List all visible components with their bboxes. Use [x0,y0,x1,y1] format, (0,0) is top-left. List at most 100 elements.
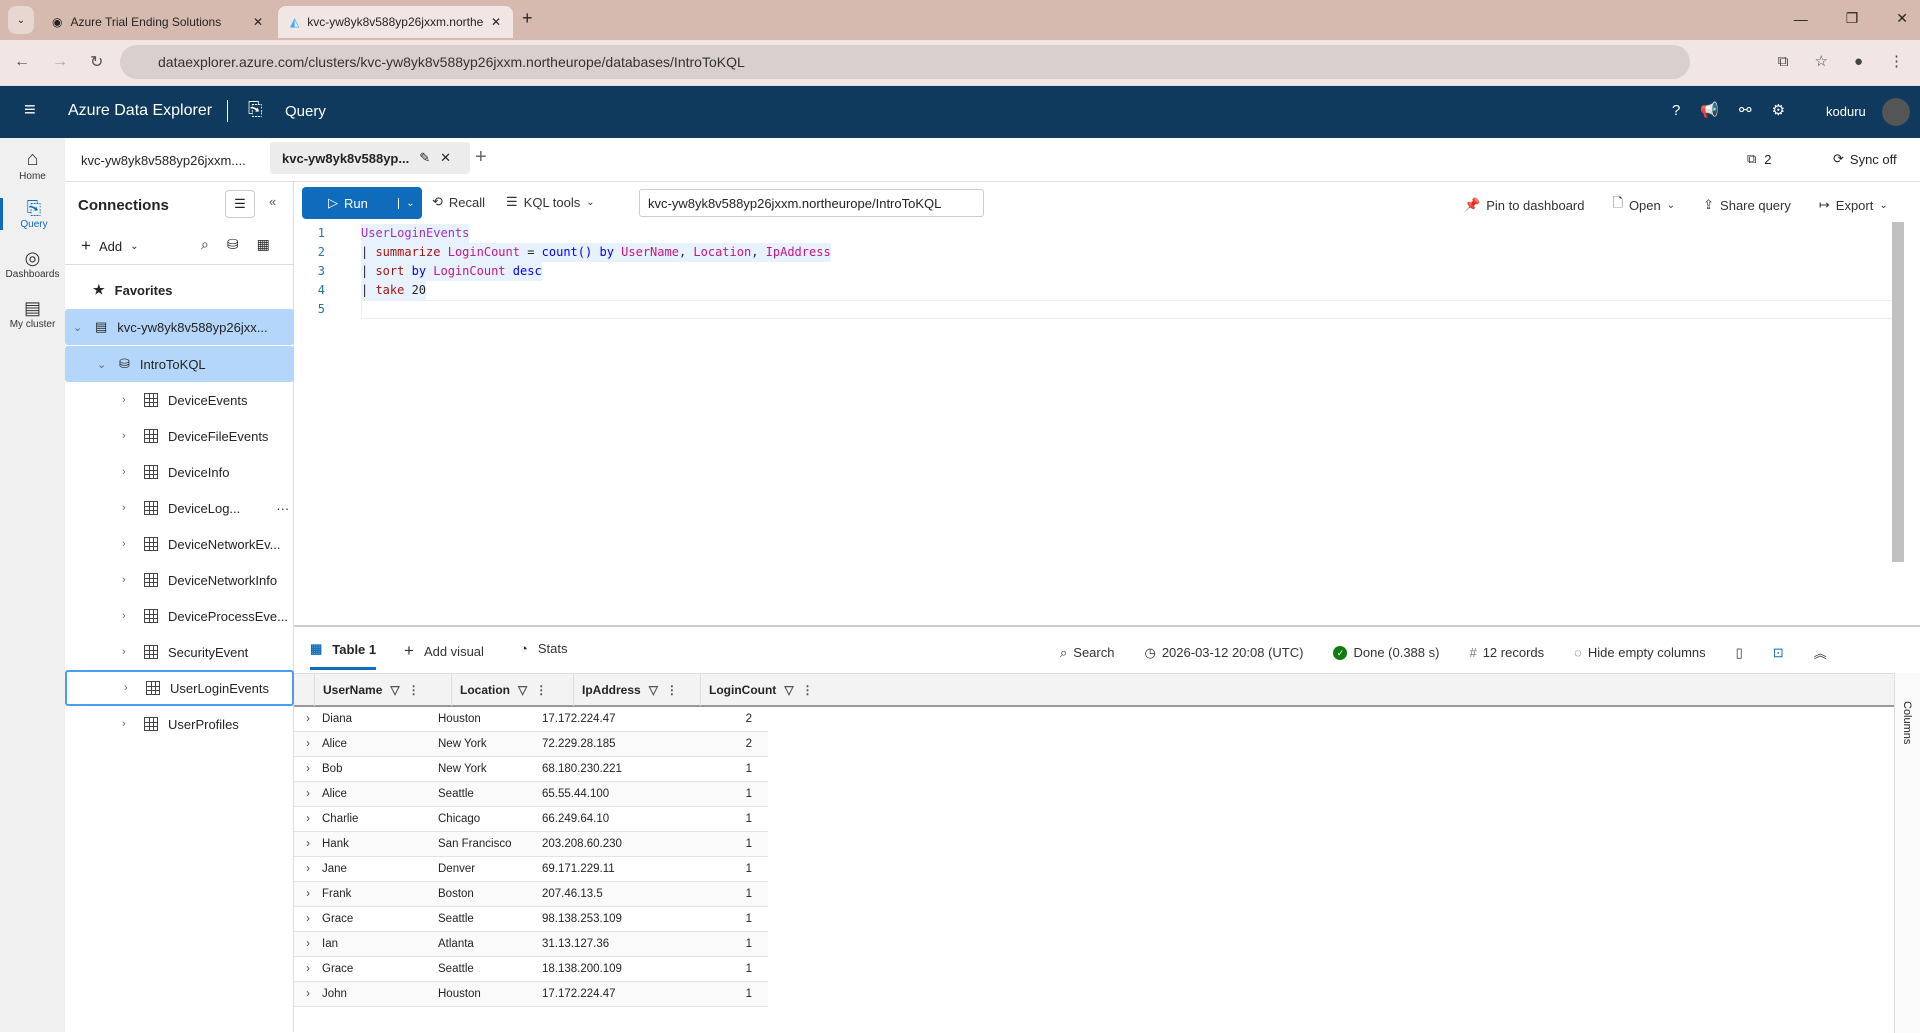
column-header[interactable]: UserName ▽ ⋮ [314,673,451,706]
cluster-node[interactable]: ⌄ ▤ kvc-yw8yk8v588yp26jxx... [65,309,294,345]
expand-row-icon[interactable]: › [294,863,322,875]
run-button[interactable]: ▷ Run ⌄ [302,187,422,219]
table-node[interactable]: › DeviceLog... ··· [65,490,294,526]
expand-row-icon[interactable]: › [294,713,322,725]
expand-row-icon[interactable]: › [294,888,322,900]
extensions-icon[interactable]: ⧉ [1778,53,1789,70]
recall-button[interactable]: ⟲ Recall [432,194,485,210]
browser-tab[interactable]: ◉ Azure Trial Ending Solutions ✕ [40,6,275,38]
table-row[interactable]: › Hank San Francisco 203.208.60.230 1 [294,832,768,857]
forward-icon[interactable]: → [52,53,68,71]
tab-search-button[interactable]: ⌄ [8,6,34,34]
code-area[interactable]: UserLoginEvents | summarize LoginCount =… [361,224,1901,319]
hide-empty-columns-toggle[interactable]: ◌ Hide empty columns [1574,645,1706,660]
kql-tools-button[interactable]: ☰ KQL tools ⌄ [506,194,595,210]
tab-stats[interactable]: ◔ Stats [520,641,567,656]
profile-icon[interactable]: ● [1854,53,1863,70]
nav-query[interactable]: ⎘ Query [0,198,65,230]
table-node[interactable]: › DeviceProcessEve... [65,598,294,634]
filter-icon[interactable]: ▽ [784,683,793,697]
table-node[interactable]: › SecurityEvent [65,634,294,670]
url-field[interactable]: dataexplorer.azure.com/clusters/kvc-yw8y… [120,45,1690,79]
expand-row-icon[interactable]: › [294,738,322,750]
column-menu-icon[interactable]: ⋮ [666,683,678,697]
expand-row-icon[interactable]: › [294,938,322,950]
filter-icon[interactable]: ▽ [518,683,527,697]
filter-view-button[interactable]: ☰ [225,190,255,218]
more-icon[interactable]: ··· [276,501,289,516]
expand-row-icon[interactable]: › [294,838,322,850]
sync-toggle[interactable]: Sync off [1850,152,1897,167]
database-node[interactable]: ⌄ ⛁ IntroToKQL [65,346,294,382]
nav-home[interactable]: ⌂ Home [0,148,65,182]
column-header[interactable]: Location ▽ ⋮ [451,673,573,706]
close-icon[interactable]: ✕ [491,15,501,29]
add-visual-button[interactable]: + Add visual [404,641,484,661]
table-row[interactable]: › John Houston 17.172.224.47 1 [294,982,768,1007]
copy-icon[interactable]: ▯ [1736,645,1743,661]
expand-row-icon[interactable]: › [294,963,322,975]
pin-to-dashboard-button[interactable]: 📌 Pin to dashboard [1464,197,1584,213]
url-text[interactable]: dataexplorer.azure.com/clusters/kvc-yw8y… [158,54,745,70]
search-icon[interactable]: ⌕ [201,236,209,253]
back-icon[interactable]: ← [14,53,30,71]
column-header[interactable]: IpAddress ▽ ⋮ [573,673,700,706]
help-icon[interactable]: ? [1672,102,1680,119]
column-header[interactable]: LoginCount ▽ ⋮ [700,673,820,706]
query-tab[interactable]: kvc-yw8yk8v588yp26jxxm.... [65,138,265,182]
column-menu-icon[interactable]: ⋮ [408,683,420,697]
edit-icon[interactable]: ✎ [419,150,430,166]
table-row[interactable]: › Grace Seattle 18.138.200.109 1 [294,957,768,982]
column-menu-icon[interactable]: ⋮ [535,683,547,697]
table-node[interactable]: › UserProfiles [65,706,294,742]
new-tab-button[interactable]: + [522,8,533,29]
favorites-node[interactable]: ★ Favorites [65,272,294,308]
favorites-icon[interactable]: ☆ [1814,52,1827,70]
close-icon[interactable]: ✕ [440,150,451,166]
table-view-icon[interactable]: ▦ [257,236,270,253]
table-node[interactable]: › UserLoginEvents [65,670,294,706]
reload-icon[interactable]: ↻ [90,52,103,72]
editor-scrollbar[interactable] [1892,222,1904,562]
table-row[interactable]: › Diana Houston 17.172.224.47 2 [294,707,768,732]
avatar[interactable] [1882,98,1910,126]
browser-tab-active[interactable]: ◭ kvc-yw8yk8v588yp26jxxm.northeurope ✕ [278,6,513,38]
nav-dashboards[interactable]: ◎ Dashboards [0,248,65,280]
table-node[interactable]: › DeviceFileEvents [65,418,294,454]
table-row[interactable]: › Grace Seattle 98.138.253.109 1 [294,907,768,932]
table-node[interactable]: › DeviceInfo [65,454,294,490]
scope-selector[interactable]: kvc-yw8yk8v588yp26jxxm.northeurope/Intro… [639,189,984,217]
collapse-up-icon[interactable]: ︽ [1814,643,1827,662]
collapse-panel-icon[interactable]: « [269,194,276,209]
columns-side-panel[interactable]: Columns [1894,673,1920,1033]
close-window-icon[interactable]: ✕ [1896,10,1908,27]
column-menu-icon[interactable]: ⋮ [802,683,814,697]
add-connection-button[interactable]: + Add ⌄ [81,236,138,256]
filter-icon[interactable]: ▽ [390,683,399,697]
search-button[interactable]: ⌕ Search [1060,645,1114,661]
expand-pane-icon[interactable]: ⊡ [1773,645,1784,661]
add-tab-button[interactable]: + [475,146,487,169]
export-button[interactable]: ↦ Export ⌄ [1819,197,1888,213]
user-name[interactable]: koduru [1826,104,1866,119]
share-icon[interactable]: ⚯ [1739,101,1752,119]
feedback-icon[interactable]: 📢 [1700,101,1719,119]
query-editor[interactable]: 1 2 3 4 5 UserLoginEvents | summarize LoginC… [294,222,1904,625]
table-row[interactable]: › Alice Seattle 65.55.44.100 1 [294,782,768,807]
filter-icon[interactable]: ▽ [649,683,658,697]
nav-my-cluster[interactable]: ▤ My cluster [0,298,65,330]
query-tab-active[interactable]: kvc-yw8yk8v588yp... ✎ ✕ [270,142,470,174]
close-icon[interactable]: ✕ [253,15,263,29]
expand-row-icon[interactable]: › [294,813,322,825]
table-row[interactable]: › Bob New York 68.180.230.221 1 [294,757,768,782]
add-database-icon[interactable]: ⛁ [227,236,239,253]
app-title[interactable]: Azure Data Explorer [68,102,212,120]
table-row[interactable]: › Alice New York 72.229.28.185 2 [294,732,768,757]
share-query-button[interactable]: ⇪ Share query [1703,197,1791,213]
expand-row-icon[interactable]: › [294,788,322,800]
table-node[interactable]: › DeviceEvents [65,382,294,418]
hamburger-icon[interactable]: ≡ [24,99,36,122]
expand-row-icon[interactable]: › [294,763,322,775]
table-row[interactable]: › Charlie Chicago 66.249.64.10 1 [294,807,768,832]
table-node[interactable]: › DeviceNetworkEv... [65,526,294,562]
